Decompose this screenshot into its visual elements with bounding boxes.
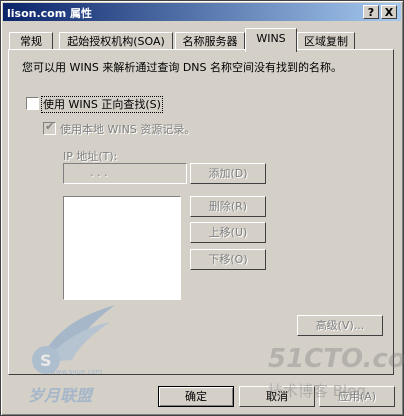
advanced-button[interactable]: 高级(V)...	[297, 315, 383, 336]
tab-name-servers[interactable]: 名称服务器	[175, 32, 245, 50]
remove-button[interactable]: 删除(R)	[190, 196, 266, 217]
use-wins-label[interactable]: 使用 WINS 正向查找(S)	[41, 96, 163, 113]
site-watermark: 51CTO.com	[268, 344, 404, 374]
ip-address-value: . . .	[90, 166, 108, 179]
ok-button[interactable]: 确定	[158, 386, 234, 407]
tab-soa[interactable]: 起始授权机构(SOA)	[59, 32, 173, 50]
local-record-checkbox[interactable]: ✔	[43, 120, 56, 135]
wins-description: 您可以用 WINS 来解析通过查询 DNS 名称空间没有找到的名称。	[22, 61, 342, 74]
use-wins-checkbox[interactable]	[26, 97, 39, 110]
help-button[interactable]: ?	[363, 5, 379, 19]
move-up-button[interactable]: 上移(U)	[190, 222, 266, 243]
tab-zone-transfers[interactable]: 区域复制	[297, 32, 355, 50]
logo-watermark: S 岁月联盟 www.syue.com	[10, 300, 120, 410]
logo-text: 岁月联盟	[28, 386, 93, 405]
ip-address-label: IP 地址(T):	[63, 150, 118, 163]
window-title: lison.com 属性	[7, 7, 93, 20]
wins-server-list[interactable]	[63, 196, 181, 300]
close-button[interactable]: X	[381, 5, 397, 19]
check-icon: ✔	[45, 120, 55, 133]
ip-address-input[interactable]: . . .	[63, 163, 187, 184]
slogan-watermark: 技术博客 Blog	[268, 382, 366, 400]
logo-url: www.syue.com	[50, 368, 103, 376]
tab-wins[interactable]: WINS	[245, 28, 297, 52]
tab-general[interactable]: 常规	[9, 32, 53, 50]
local-record-label: 使用本地 WINS 资源记录。	[60, 123, 196, 136]
add-button[interactable]: 添加(D)	[190, 163, 266, 184]
title-bar[interactable]: lison.com 属性 ? X	[3, 3, 401, 21]
move-down-button[interactable]: 下移(O)	[190, 249, 266, 270]
